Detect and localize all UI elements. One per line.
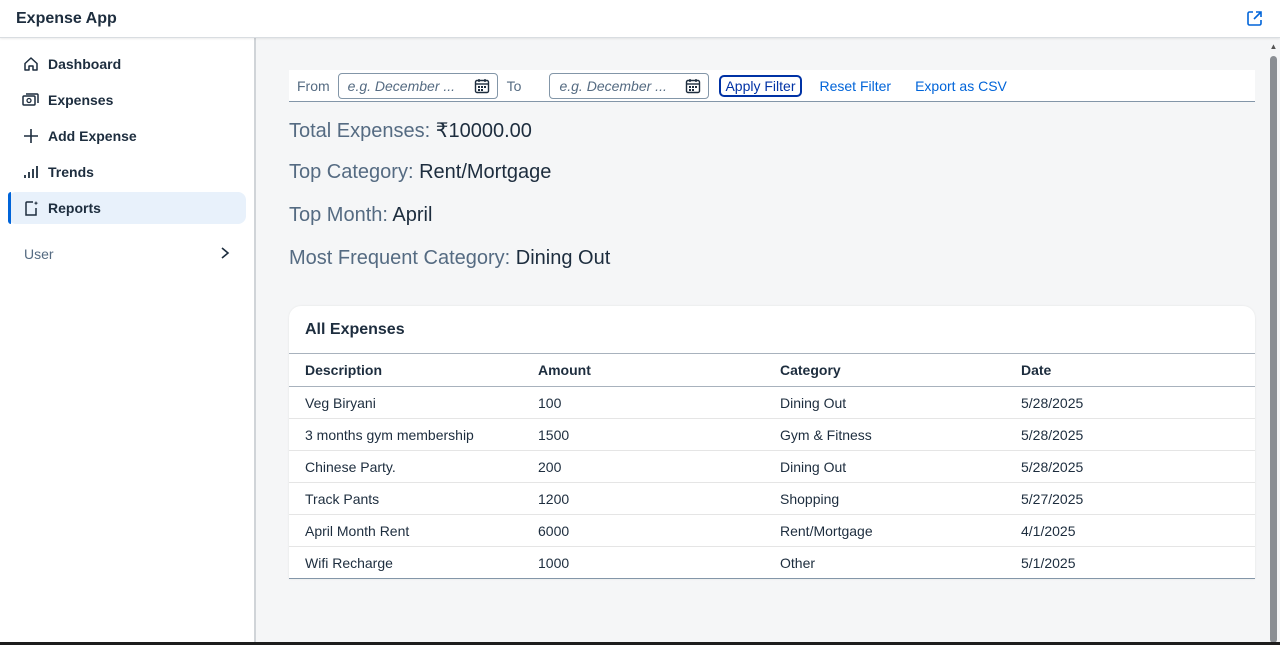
cell-amount: 100 (538, 394, 562, 411)
reset-filter-button[interactable]: Reset Filter (814, 75, 898, 97)
table-row[interactable]: Chinese Party. 200 Dining Out 5/28/2025 (289, 451, 1255, 483)
table-row[interactable]: Track Pants 1200 Shopping 5/27/2025 (289, 483, 1255, 515)
cell-category: Dining Out (780, 458, 847, 475)
kpi-top-category: Top Category: Rent/Mortgage (289, 161, 551, 184)
kpi-label: Top Month: (289, 204, 388, 226)
kpi-value: Dining Out (515, 247, 611, 269)
cell-description: Chinese Party. (305, 458, 396, 475)
cell-amount: 1000 (538, 554, 570, 571)
from-date-placeholder: e.g. December ... (347, 77, 456, 94)
to-date-input[interactable]: e.g. December ... (549, 72, 710, 99)
export-csv-button[interactable]: Export as CSV (909, 75, 1013, 97)
add-icon (22, 127, 40, 145)
kpi-total-expenses: Total Expenses: ₹10000.00 (289, 118, 532, 143)
sidebar-item-trends[interactable]: Trends (8, 156, 246, 188)
chevron-right-icon (220, 246, 230, 262)
cell-amount: 200 (538, 458, 562, 475)
kpi-value: ₹10000.00 (435, 120, 532, 142)
apply-filter-button[interactable]: Apply Filter (719, 74, 802, 97)
kpi-label: Most Frequent Category: (289, 247, 511, 269)
sidebar-item-label: Add Expense (48, 128, 137, 144)
column-header-description[interactable]: Description (289, 362, 538, 378)
sidebar-item-dashboard[interactable]: Dashboard (8, 48, 246, 80)
home-icon (22, 55, 40, 73)
table-row[interactable]: April Month Rent 6000 Rent/Mortgage 4/1/… (289, 515, 1255, 547)
table-row[interactable]: 3 months gym membership 1500 Gym & Fitne… (289, 419, 1255, 451)
cell-date: 5/28/2025 (1021, 458, 1084, 475)
kpi-top-month: Top Month: April (289, 204, 432, 227)
table-header: Description Amount Category Date (289, 353, 1255, 387)
table-row[interactable]: Wifi Recharge 1000 Other 5/1/2025 (289, 547, 1255, 579)
cell-date: 5/27/2025 (1021, 490, 1084, 507)
to-date-placeholder: e.g. December ... (559, 77, 667, 94)
cell-description: Track Pants (305, 490, 380, 507)
cell-date: 5/1/2025 (1021, 554, 1076, 571)
cell-description: April Month Rent (305, 522, 410, 539)
cell-date: 4/1/2025 (1021, 522, 1076, 539)
kpi-label: Top Category: (289, 161, 414, 183)
scrollbar-thumb[interactable] (1270, 56, 1277, 643)
share-icon[interactable] (1244, 9, 1264, 29)
money-bills-icon (22, 91, 40, 109)
reports-icon (22, 199, 40, 217)
cell-date: 5/28/2025 (1021, 394, 1084, 411)
sidebar-item-expenses[interactable]: Expenses (8, 84, 246, 116)
column-header-amount[interactable]: Amount (538, 362, 780, 378)
cell-description: Wifi Recharge (305, 554, 393, 571)
cell-date: 5/28/2025 (1021, 426, 1084, 443)
calendar-icon[interactable] (685, 78, 701, 94)
all-expenses-card: All Expenses Description Amount Category… (289, 306, 1255, 579)
sidebar-item-label: Trends (48, 164, 94, 180)
sidebar-item-label: Expenses (48, 92, 114, 108)
calendar-icon[interactable] (474, 78, 490, 94)
to-label: To (506, 77, 522, 94)
sidebar-item-label: Dashboard (48, 56, 122, 72)
cell-description: 3 months gym membership (305, 426, 474, 443)
cell-amount: 1500 (538, 426, 570, 443)
cell-amount: 6000 (538, 522, 570, 539)
cell-category: Rent/Mortgage (780, 522, 873, 539)
sidebar-item-add-expense[interactable]: Add Expense (8, 120, 246, 152)
cell-category: Shopping (780, 490, 840, 507)
shell-bar: Expense App (0, 0, 1280, 38)
expenses-table: Description Amount Category Date Veg Bir… (289, 353, 1255, 579)
kpi-value: Rent/Mortgage (419, 161, 552, 183)
filter-bar: From e.g. December ... To e.g. December … (289, 70, 1255, 102)
cell-amount: 1200 (538, 490, 570, 507)
column-header-date[interactable]: Date (1021, 362, 1255, 378)
app-title: Expense App (16, 9, 117, 27)
cell-category: Gym & Fitness (780, 426, 872, 443)
cell-category: Dining Out (780, 394, 847, 411)
kpi-value: April (392, 204, 433, 226)
sidebar-group-label: User (24, 246, 54, 262)
main-content: From e.g. December ... To e.g. December … (258, 38, 1267, 645)
sidebar-group-user[interactable]: User (8, 238, 246, 270)
scroll-up-arrow-icon[interactable]: ▲ (1270, 41, 1278, 51)
kpi-label: Total Expenses: (289, 120, 431, 142)
table-row[interactable]: Veg Biryani 100 Dining Out 5/28/2025 (289, 387, 1255, 419)
from-label: From (297, 77, 330, 94)
column-header-category[interactable]: Category (780, 362, 1021, 378)
bar-chart-icon (22, 163, 40, 181)
card-title: All Expenses (305, 321, 405, 338)
side-navigation: Dashboard Expenses Add Expense Trends Re… (0, 38, 256, 645)
kpi-most-frequent-category: Most Frequent Category: Dining Out (289, 247, 610, 270)
cell-category: Other (780, 554, 816, 571)
sidebar-item-reports[interactable]: Reports (8, 192, 246, 224)
sidebar-item-label: Reports (48, 200, 101, 216)
cell-description: Veg Biryani (305, 394, 376, 411)
from-date-input[interactable]: e.g. December ... (337, 72, 498, 99)
